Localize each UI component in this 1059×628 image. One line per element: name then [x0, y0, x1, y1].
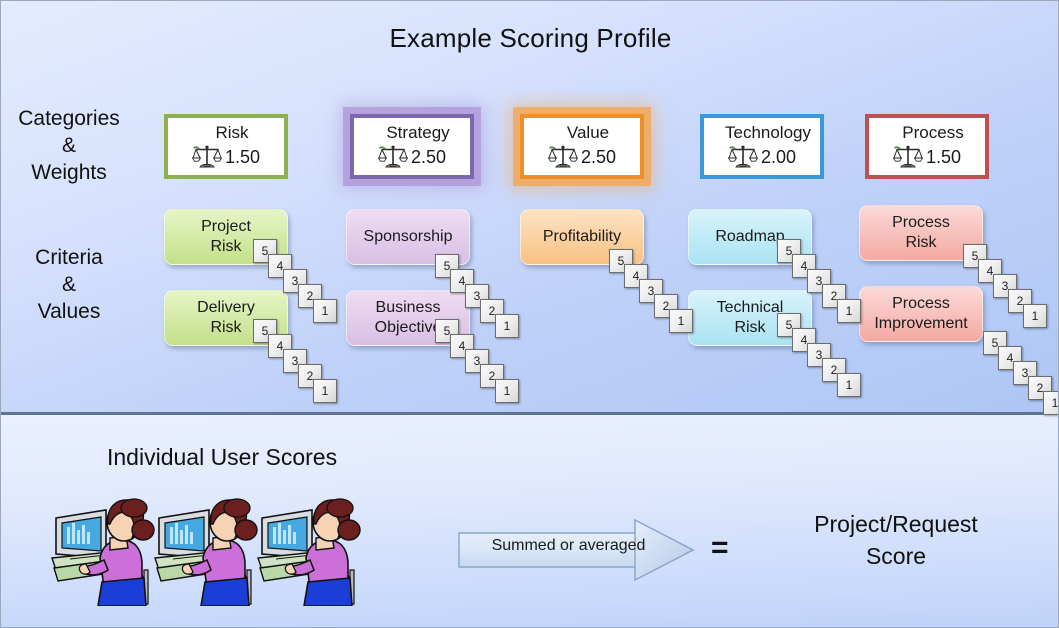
row-label-categories-line2: &	[61, 134, 76, 157]
criteria-label-line1: Process	[892, 214, 950, 231]
balance-scale-icon	[547, 145, 578, 168]
category-weight: 2.50	[580, 147, 617, 167]
row-label-categories-line1: Categories	[18, 107, 120, 130]
individual-user-scores-title: Individual User Scores	[107, 444, 338, 470]
criteria-label-line2: Risk	[905, 234, 937, 251]
criteria-label-line1: Roadmap	[715, 228, 785, 245]
row-label-criteria-line2: &	[61, 273, 76, 296]
category-weight-row: 2.00	[727, 144, 797, 170]
category-weight: 2.00	[760, 147, 797, 167]
result-line-1: Project/Request	[814, 511, 978, 537]
category-weight: 2.50	[410, 147, 447, 167]
category-name: Risk	[215, 123, 249, 142]
criteria-box-process-improvement[interactable]: Process Improvement	[859, 286, 983, 342]
criteria-box-sponsorship[interactable]: Sponsorship	[346, 209, 470, 265]
category-weight-row: 1.50	[191, 144, 261, 170]
balance-scale-icon	[191, 145, 222, 168]
diagram-canvas: Example Scoring Profile Categories & Wei…	[0, 0, 1059, 628]
page-title: Example Scoring Profile	[389, 23, 672, 53]
result-line-2: Score	[865, 543, 927, 569]
criteria-label-line2: Risk	[210, 319, 242, 336]
category-box-strategy[interactable]: Strategy 2.50	[350, 114, 474, 179]
row-label-categories: Categories & Weights	[1, 105, 144, 186]
criteria-box-process-risk[interactable]: Process Risk	[859, 205, 983, 261]
criteria-box-business-objective[interactable]: Business Objective	[346, 290, 470, 346]
equals-sign: =	[711, 531, 729, 564]
category-weight: 1.50	[925, 147, 962, 167]
criteria-box-technical-risk[interactable]: Technical Risk	[688, 290, 812, 346]
arrow-label: Summed or averaged	[491, 537, 646, 554]
balance-scale-icon	[377, 145, 408, 168]
category-name: Strategy	[386, 123, 450, 142]
balance-scale-icon	[892, 145, 923, 168]
result-label: Project/Request Score	[746, 508, 1046, 572]
criteria-label-line1: Profitability	[542, 228, 622, 245]
person-at-computer-icon	[51, 498, 155, 607]
person-at-computer-icon	[257, 498, 361, 607]
category-name: Process	[902, 123, 964, 142]
category-box-process[interactable]: Process 1.50	[865, 114, 989, 179]
row-label-categories-line3: Weights	[31, 161, 107, 184]
criteria-label-line1: Project	[201, 218, 251, 235]
criteria-label-line1: Sponsorship	[363, 228, 453, 245]
category-weight-row: 2.50	[377, 144, 447, 170]
category-box-technology[interactable]: Technology 2.00	[700, 114, 824, 179]
category-name: Value	[566, 123, 610, 142]
criteria-box-profitability[interactable]: Profitability	[520, 209, 644, 265]
criteria-box-roadmap[interactable]: Roadmap	[688, 209, 812, 265]
balance-scale-icon	[727, 145, 758, 168]
criteria-label-line1: Technical	[716, 299, 784, 316]
category-name: Technology	[724, 123, 811, 142]
criteria-label-line2: Improvement	[874, 315, 968, 332]
criteria-label-line2: Risk	[734, 319, 766, 336]
row-label-criteria-line1: Criteria	[35, 246, 103, 269]
criteria-box-delivery-risk[interactable]: Delivery Risk	[164, 290, 288, 346]
category-weight: 1.50	[224, 147, 261, 167]
criteria-label-line2: Risk	[210, 238, 242, 255]
criteria-label-line1: Delivery	[197, 299, 255, 316]
category-box-risk[interactable]: Risk 1.50	[164, 114, 288, 179]
category-weight-row: 2.50	[547, 144, 617, 170]
criteria-label-line1: Process	[892, 295, 950, 312]
user-figure-1	[48, 496, 158, 607]
category-box-value[interactable]: Value 2.50	[520, 114, 644, 179]
criteria-label-line1: Business	[375, 299, 441, 316]
criteria-box-project-risk[interactable]: Project Risk	[164, 209, 288, 265]
person-at-computer-icon	[154, 498, 258, 607]
row-label-criteria: Criteria & Values	[1, 244, 144, 325]
criteria-label-line2: Objective	[374, 319, 442, 336]
user-figure-3	[254, 496, 364, 607]
category-weight-row: 1.50	[892, 144, 962, 170]
row-label-criteria-line3: Values	[37, 300, 101, 323]
user-figure-2	[151, 496, 261, 607]
